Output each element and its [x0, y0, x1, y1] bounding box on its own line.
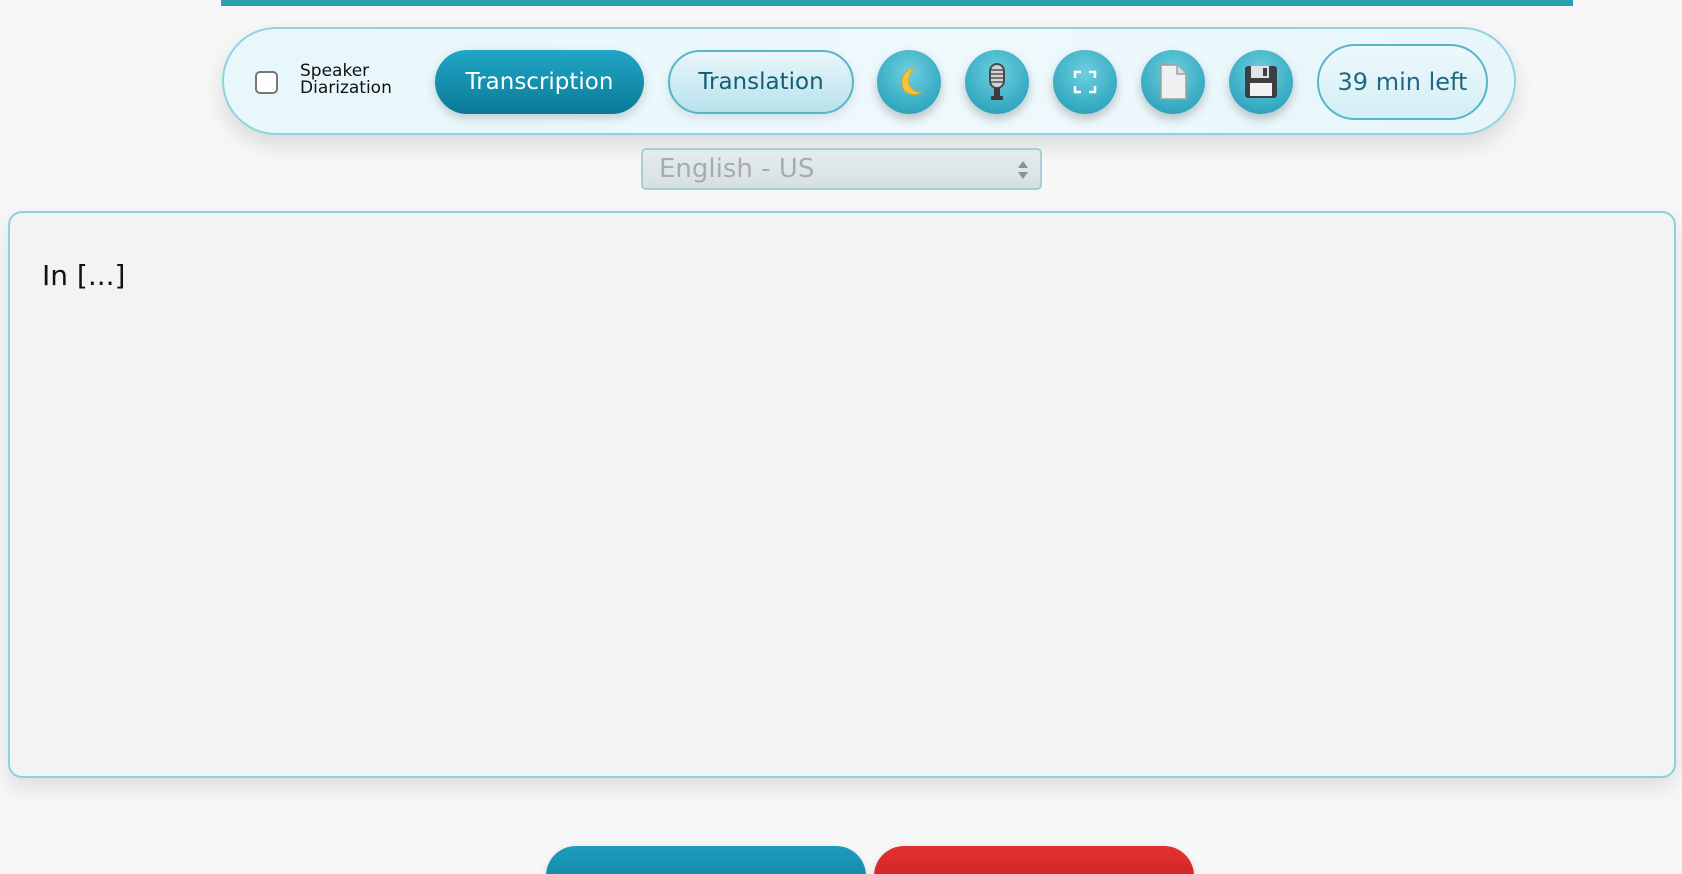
fullscreen-button[interactable] — [1053, 50, 1117, 114]
language-select[interactable]: English - US — [641, 148, 1042, 190]
page: Speaker Diarization Transcription Transl… — [0, 0, 1682, 874]
floppy-disk-icon — [1245, 66, 1277, 98]
stop-button[interactable] — [874, 846, 1194, 874]
select-arrows-icon — [1018, 161, 1028, 179]
microphone-icon — [989, 63, 1005, 100]
moon-icon — [901, 67, 923, 95]
new-document-button[interactable] — [1141, 50, 1205, 114]
transcript-text-area[interactable]: In [...] — [8, 211, 1676, 778]
speaker-diarization-label: Speaker Diarization — [300, 63, 410, 97]
save-button[interactable] — [1229, 50, 1293, 114]
transcript-text: In [...] — [42, 259, 126, 292]
tab-transcription[interactable]: Transcription — [435, 50, 644, 114]
time-remaining-badge: 39 min left — [1317, 44, 1488, 120]
fullscreen-icon — [1073, 70, 1097, 94]
tab-translation[interactable]: Translation — [668, 50, 854, 114]
start-button[interactable] — [546, 846, 866, 874]
speaker-diarization-checkbox[interactable] — [255, 71, 278, 94]
top-accent-bar — [221, 0, 1573, 6]
dark-mode-button[interactable] — [877, 50, 941, 114]
microphone-button[interactable] — [965, 50, 1029, 114]
language-select-value: English - US — [659, 154, 815, 184]
document-icon — [1160, 64, 1187, 100]
speaker-diarization-label-line2: Diarization — [300, 78, 392, 98]
